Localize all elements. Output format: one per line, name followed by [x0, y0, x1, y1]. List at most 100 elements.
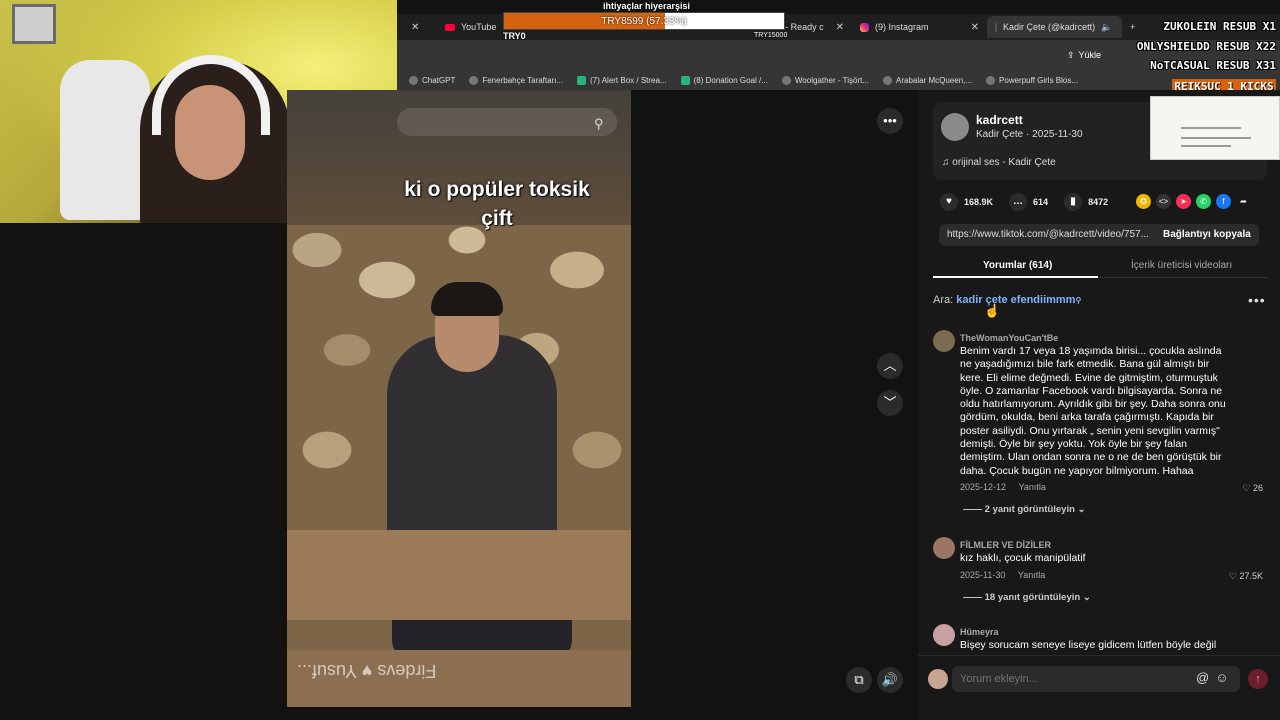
video-caption: ki o popüler toksik çift: [397, 175, 597, 233]
new-tab-button[interactable]: +: [1122, 16, 1142, 38]
comment-item: TheWomanYouCan'tBe Benim vardı 17 veya 1…: [933, 330, 1263, 520]
share-icon[interactable]: ➦: [1236, 194, 1251, 209]
gaming-chair: [60, 60, 150, 220]
upload-button[interactable]: ⇪ Yükle: [1067, 46, 1101, 64]
globe-icon: [469, 75, 479, 85]
caption-line-2: çift: [481, 207, 513, 230]
donation-goal-bar: TRY8599 (57.33%): [503, 12, 785, 30]
bookmarks-bar: ChatGPT Fenerbahçe Taraftarı... (7) Aler…: [397, 70, 1280, 90]
upload-icon: ⇪: [1067, 49, 1075, 60]
tab-tiktok[interactable]: Kadir Çete (@kadrcett) 🔈 ✕: [987, 16, 1122, 38]
close-icon[interactable]: ✕: [971, 22, 979, 33]
comment-like[interactable]: ♡ 27.5K: [1229, 571, 1263, 582]
search-suggestion: Ara: kadir çete efendiimmm⚲: [933, 294, 1081, 306]
speaker-icon[interactable]: 🔈: [1101, 22, 1112, 33]
bookmark-label: Arabalar McQueen,...: [896, 75, 973, 85]
avatar[interactable]: [933, 537, 955, 559]
comment-username[interactable]: Hümeyra: [960, 627, 999, 637]
facebook-icon[interactable]: f: [1216, 194, 1231, 209]
author-avatar[interactable]: [941, 113, 969, 141]
comment-stat[interactable]: … 614: [1009, 193, 1048, 211]
bench-back: [287, 530, 631, 620]
close-icon[interactable]: ✕: [411, 22, 419, 33]
hierarchy-title: ihtiyaçlar hiyerarşisi: [603, 1, 691, 11]
copy-link-button[interactable]: Bağlantıyı kopyala: [1163, 229, 1251, 240]
whatsapp-icon[interactable]: ✆: [1196, 194, 1211, 209]
music-info[interactable]: ♫ orijinal ses - Kadir Çete: [942, 157, 1056, 168]
author-username[interactable]: kadrcett: [976, 113, 1023, 127]
video-search-box[interactable]: [397, 108, 617, 136]
goal-min: TRY0: [503, 31, 526, 41]
music-label: orijinal ses - Kadir Çete: [952, 157, 1056, 168]
youtube-icon: [445, 23, 455, 31]
bookmark-label: Fenerbahçe Taraftarı...: [482, 75, 564, 85]
view-replies-label: 2 yanıt görüntüleyin: [984, 504, 1075, 515]
like-stat[interactable]: ♥ 168.9K: [940, 193, 993, 211]
search-term-link[interactable]: kadir çete efendiimmm: [956, 294, 1075, 306]
post-stats: ♥ 168.9K … 614 ▮ 8472: [940, 193, 1124, 211]
link-box: https://www.tiktok.com/@kadrcett/video/7…: [939, 224, 1259, 246]
save-count: 8472: [1088, 197, 1109, 207]
tab-blank[interactable]: ✕: [397, 16, 437, 38]
bookmark-donation[interactable]: (8) Donation Goal /...: [680, 75, 768, 85]
previous-video-button[interactable]: ︿: [877, 353, 903, 379]
tab-label: Kadir Çete (@kadrcett): [1003, 22, 1096, 32]
pip-button[interactable]: ⧉: [846, 667, 872, 693]
bookmark-woolgather[interactable]: Woolgather - Tişört...: [781, 75, 869, 85]
coin-icon[interactable]: ✪: [1136, 194, 1151, 209]
view-replies-button[interactable]: —— 18 yanıt görüntüleyin ⌄: [963, 592, 1091, 603]
comment-username[interactable]: FİLMLER VE DİZİLER: [960, 540, 1051, 550]
comment-like[interactable]: ♡ 26: [1242, 483, 1263, 494]
bookmark-chatgpt[interactable]: ChatGPT: [409, 75, 456, 85]
video-link[interactable]: https://www.tiktok.com/@kadrcett/video/7…: [947, 229, 1152, 240]
bookmark-label: (8) Donation Goal /...: [693, 75, 768, 85]
bookmark-label: (7) Alert Box / Strea...: [590, 75, 667, 85]
bookmark-fenerbahce[interactable]: Fenerbahçe Taraftarı...: [469, 75, 564, 85]
comment-icon: …: [1009, 193, 1028, 211]
bookmark-powerpuff[interactable]: Powerpuff Girls Blos...: [986, 75, 1079, 85]
globe-icon: [986, 75, 996, 85]
streamlabs-icon: [680, 75, 690, 85]
comment-text: Benim vardı 17 veya 18 yaşımda birisi...…: [960, 345, 1226, 477]
upload-label: Yükle: [1078, 50, 1102, 60]
save-stat[interactable]: ▮ 8472: [1064, 193, 1108, 211]
next-video-button[interactable]: ﹀: [877, 390, 903, 416]
embed-icon[interactable]: <>: [1156, 194, 1171, 209]
divider-line: ——: [963, 592, 982, 603]
mention-icon[interactable]: @: [1196, 670, 1209, 685]
bookmark-arabalar[interactable]: Arabalar McQueen,...: [883, 75, 973, 85]
comment-meta: 2025-12-12 Yanıtla: [960, 482, 1046, 492]
bookmark-label: ChatGPT: [422, 75, 456, 85]
view-replies-button[interactable]: —— 2 yanıt görüntüleyin ⌄: [963, 504, 1086, 515]
comments-more-button[interactable]: •••: [1248, 292, 1266, 308]
reply-button[interactable]: Yanıtla: [1018, 570, 1045, 580]
search-icon[interactable]: ⚲: [1075, 296, 1081, 305]
bookmark-label: Powerpuff Girls Blos...: [999, 75, 1079, 85]
send-icon[interactable]: ➤: [1176, 194, 1191, 209]
send-comment-button[interactable]: ↑: [1248, 669, 1268, 689]
author-subline: Kadir Çete · 2025-11-30: [976, 129, 1083, 140]
overlay-text-line: [1181, 137, 1251, 139]
comment-username[interactable]: TheWomanYouCan'tBe: [960, 333, 1058, 343]
bench-writing: Firdevs ♥ Yusuf...: [297, 661, 437, 681]
comment-item: Hümeyra Bişey sorucam seneye liseye gidi…: [933, 624, 1263, 654]
close-icon[interactable]: ✕: [836, 22, 844, 33]
left-background: [0, 223, 287, 720]
sub-alert-3: NoTCASUAL RESUB X31: [1150, 59, 1276, 72]
tab-creator-videos[interactable]: İçerik üreticisi videoları: [1131, 260, 1232, 271]
tab-instagram[interactable]: (9) Instagram ✕: [852, 16, 987, 38]
bookmark-alertbox[interactable]: (7) Alert Box / Strea...: [577, 75, 667, 85]
comment-count: 614: [1033, 197, 1049, 207]
tab-comments[interactable]: Yorumlar (614): [983, 260, 1052, 271]
more-options-button[interactable]: •••: [877, 108, 903, 134]
volume-button[interactable]: 🔊: [877, 667, 903, 693]
reply-button[interactable]: Yanıtla: [1019, 482, 1046, 492]
search-prefix: Ara:: [933, 294, 954, 306]
comment-text: kız haklı, çocuk manipülatif: [960, 552, 1086, 564]
search-icon[interactable]: ⚲: [594, 116, 604, 132]
avatar[interactable]: [933, 330, 955, 352]
view-replies-label: 18 yanıt görüntüleyin: [984, 592, 1081, 603]
emoji-icon[interactable]: ☺: [1215, 670, 1228, 685]
avatar[interactable]: [933, 624, 955, 646]
music-note-icon: ♫: [942, 157, 950, 168]
